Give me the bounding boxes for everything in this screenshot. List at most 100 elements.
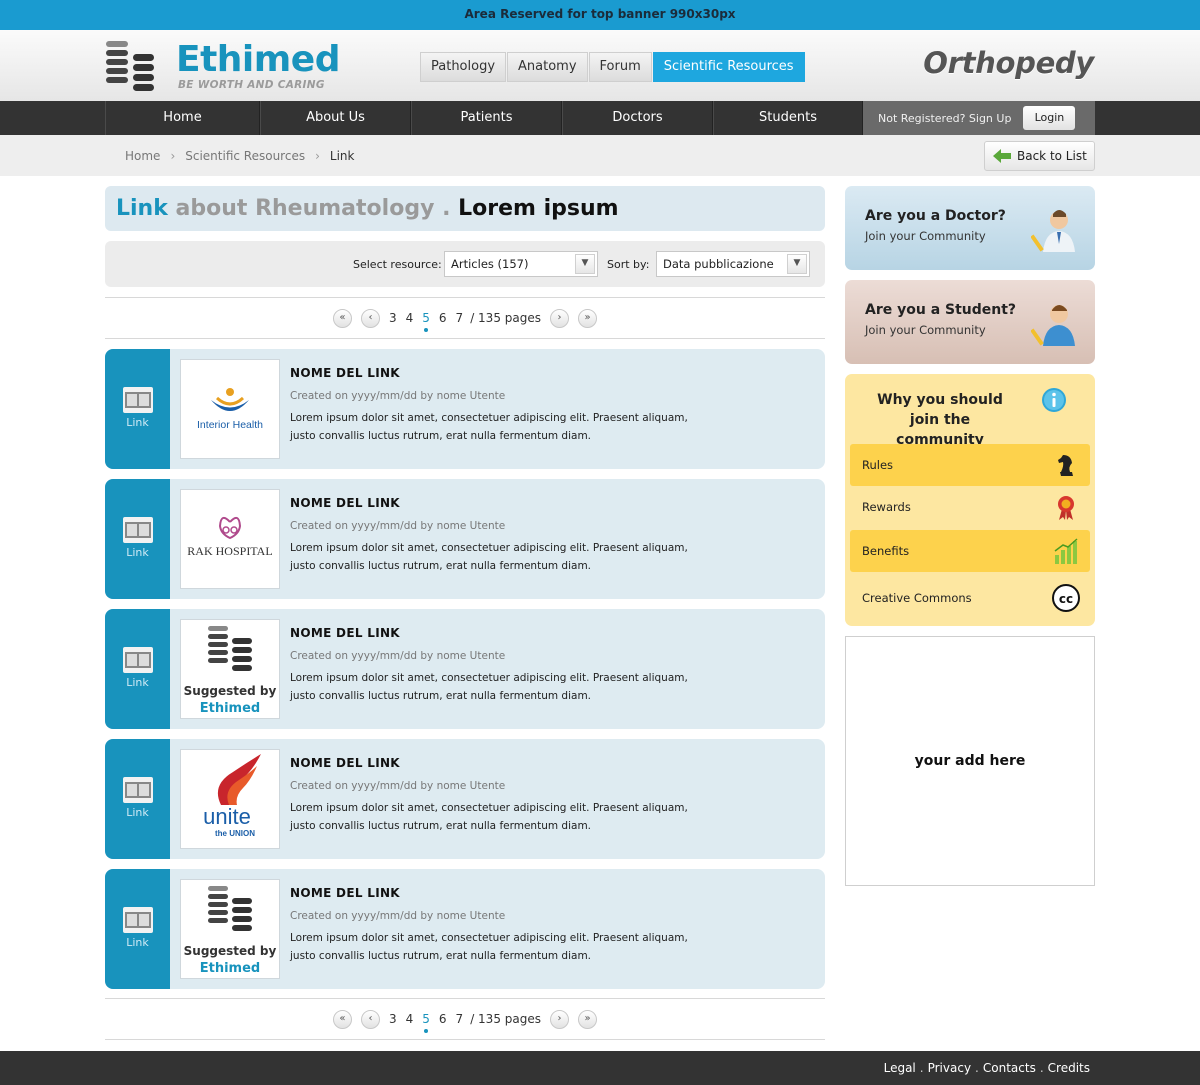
- item-thumbnail[interactable]: Suggested by Ethimed: [180, 619, 280, 719]
- item-thumbnail[interactable]: RAK HOSPITAL: [180, 489, 280, 589]
- back-arrow-icon: [993, 149, 1011, 163]
- prev-page-button[interactable]: ‹: [360, 1009, 380, 1029]
- why-row-label: Creative Commons: [862, 591, 972, 605]
- item-type-label: Link: [126, 416, 149, 429]
- item-title[interactable]: NOME DEL LINK: [290, 496, 400, 510]
- item-title[interactable]: NOME DEL LINK: [290, 756, 400, 770]
- section-tabs: Pathology Anatomy Forum Scientific Resou…: [420, 52, 806, 82]
- footer-link-legal[interactable]: Legal: [884, 1061, 916, 1075]
- last-page-button[interactable]: »: [578, 1009, 597, 1029]
- thumb-logo-line2: Ethimed: [200, 961, 260, 976]
- nav-item-home[interactable]: Home: [105, 101, 260, 135]
- item-title[interactable]: NOME DEL LINK: [290, 886, 400, 900]
- creative-commons-icon: cc: [1052, 584, 1080, 612]
- why-join-box: Why you should join the community Rules …: [845, 374, 1095, 626]
- tab-anatomy[interactable]: Anatomy: [507, 52, 588, 82]
- item-thumbnail[interactable]: Suggested by Ethimed: [180, 879, 280, 979]
- item-meta: Created on yyyy/mm/dd by nome Utente: [290, 780, 506, 792]
- item-meta: Created on yyyy/mm/dd by nome Utente: [290, 520, 506, 532]
- tab-scientific-resources[interactable]: Scientific Resources: [652, 52, 805, 82]
- interior-health-logo-icon: Interior Health: [197, 388, 263, 431]
- list-item[interactable]: Link Suggested by Ethimed NOME DEL LINK …: [105, 869, 825, 989]
- item-thumbnail[interactable]: Interior Health: [180, 359, 280, 459]
- first-page-button[interactable]: «: [332, 1009, 352, 1029]
- page-number[interactable]: 3: [389, 311, 397, 325]
- sort-select[interactable]: Data pubblicazione ▼: [656, 251, 810, 277]
- breadcrumb: Home › Scientific Resources › Link: [125, 149, 354, 163]
- page-number[interactable]: 4: [406, 311, 414, 325]
- page-title-main: Lorem ipsum: [458, 196, 619, 221]
- login-button[interactable]: Login: [1023, 106, 1076, 130]
- svg-text:cc: cc: [1059, 592, 1073, 606]
- footer-link-privacy[interactable]: Privacy: [928, 1061, 971, 1075]
- why-row-creative-commons[interactable]: Creative Commons cc: [850, 577, 1090, 619]
- page-number[interactable]: 6: [439, 1012, 447, 1026]
- list-item[interactable]: Link Interior Health NOME DEL LINK Creat…: [105, 349, 825, 469]
- info-icon: [1042, 388, 1066, 412]
- signup-link[interactable]: Not Registered? Sign Up: [878, 112, 1011, 125]
- bar-chart-icon: [1054, 538, 1078, 564]
- thumb-logo-line2: Ethimed: [200, 701, 260, 716]
- item-meta: Created on yyyy/mm/dd by nome Utente: [290, 390, 506, 402]
- footer-separator: .: [1039, 1061, 1044, 1075]
- top-banner: Area Reserved for top banner 990x30px: [0, 0, 1200, 30]
- section-name: Orthopedy: [923, 46, 1094, 80]
- page-number-current[interactable]: 5: [422, 311, 430, 332]
- ad-placeholder[interactable]: your add here: [845, 636, 1095, 886]
- why-row-rewards[interactable]: Rewards: [850, 486, 1090, 528]
- item-title[interactable]: NOME DEL LINK: [290, 366, 400, 380]
- nav-item-students[interactable]: Students: [713, 101, 863, 135]
- resource-label: Select resource:: [353, 258, 442, 271]
- nav-item-doctors[interactable]: Doctors: [562, 101, 713, 135]
- logo-tagline: BE WORTH AND CARING: [178, 79, 325, 91]
- tab-forum[interactable]: Forum: [588, 52, 652, 82]
- next-page-button[interactable]: ›: [550, 308, 569, 328]
- breadcrumb-bar: Home › Scientific Resources › Link Back …: [0, 135, 1200, 176]
- ethimed-suggested-logo-icon: Suggested by Ethimed: [184, 626, 277, 716]
- item-title[interactable]: NOME DEL LINK: [290, 626, 400, 640]
- back-to-list-button[interactable]: Back to List: [984, 141, 1095, 171]
- student-avatar-icon: [1031, 305, 1075, 346]
- item-meta: Created on yyyy/mm/dd by nome Utente: [290, 650, 506, 662]
- page-number[interactable]: 6: [439, 311, 447, 325]
- item-meta: Created on yyyy/mm/dd by nome Utente: [290, 910, 506, 922]
- site-logo[interactable]: Ethimed BE WORTH AND CARING: [106, 41, 340, 93]
- item-type-label: Link: [126, 546, 149, 559]
- footer-link-credits[interactable]: Credits: [1048, 1061, 1090, 1075]
- breadcrumb-home[interactable]: Home: [125, 149, 160, 163]
- breadcrumb-scientific-resources[interactable]: Scientific Resources: [185, 149, 305, 163]
- page-number[interactable]: 7: [456, 311, 464, 325]
- breadcrumb-current: Link: [329, 149, 355, 163]
- nav-item-patients[interactable]: Patients: [411, 101, 562, 135]
- list-item[interactable]: Link unite the UNION NOME DEL LINK Creat…: [105, 739, 825, 859]
- thumb-logo-line1: Suggested by: [184, 944, 277, 958]
- why-row-rules[interactable]: Rules: [850, 444, 1090, 486]
- unite-union-logo-icon: unite the UNION: [203, 754, 261, 838]
- tab-pathology[interactable]: Pathology: [420, 52, 507, 82]
- item-type-label: Link: [126, 936, 149, 949]
- nav-item-about-us[interactable]: About Us: [260, 101, 411, 135]
- why-row-benefits[interactable]: Benefits: [850, 530, 1090, 572]
- page-number[interactable]: 4: [406, 1012, 414, 1026]
- why-row-label: Benefits: [862, 544, 910, 558]
- why-join-title: Why you should join the community: [877, 392, 1003, 448]
- doctor-community-card[interactable]: Are you a Doctor? Join your Community: [845, 186, 1095, 270]
- footer-link-contacts[interactable]: Contacts: [983, 1061, 1036, 1075]
- list-item[interactable]: Link RAK HOSPITAL NOME DEL LINK Created …: [105, 479, 825, 599]
- page-number[interactable]: 3: [389, 1012, 397, 1026]
- prev-page-button[interactable]: ‹: [360, 308, 380, 328]
- page-number-current[interactable]: 5: [422, 1012, 430, 1033]
- list-item[interactable]: Link Suggested by Ethimed NOME DEL LINK …: [105, 609, 825, 729]
- page-number[interactable]: 7: [456, 1012, 464, 1026]
- student-community-card[interactable]: Are you a Student? Join your Community: [845, 280, 1095, 364]
- ethimed-suggested-logo-icon: Suggested by Ethimed: [184, 886, 277, 976]
- thumb-logo-line1: unite: [203, 804, 251, 829]
- item-thumbnail[interactable]: unite the UNION: [180, 749, 280, 849]
- film-icon: [123, 517, 153, 543]
- item-type-badge: Link: [105, 479, 170, 599]
- first-page-button[interactable]: «: [332, 308, 352, 328]
- next-page-button[interactable]: ›: [550, 1009, 569, 1029]
- why-row-label: Rules: [862, 458, 894, 472]
- resource-select[interactable]: Articles (157) ▼: [444, 251, 598, 277]
- last-page-button[interactable]: »: [578, 308, 597, 328]
